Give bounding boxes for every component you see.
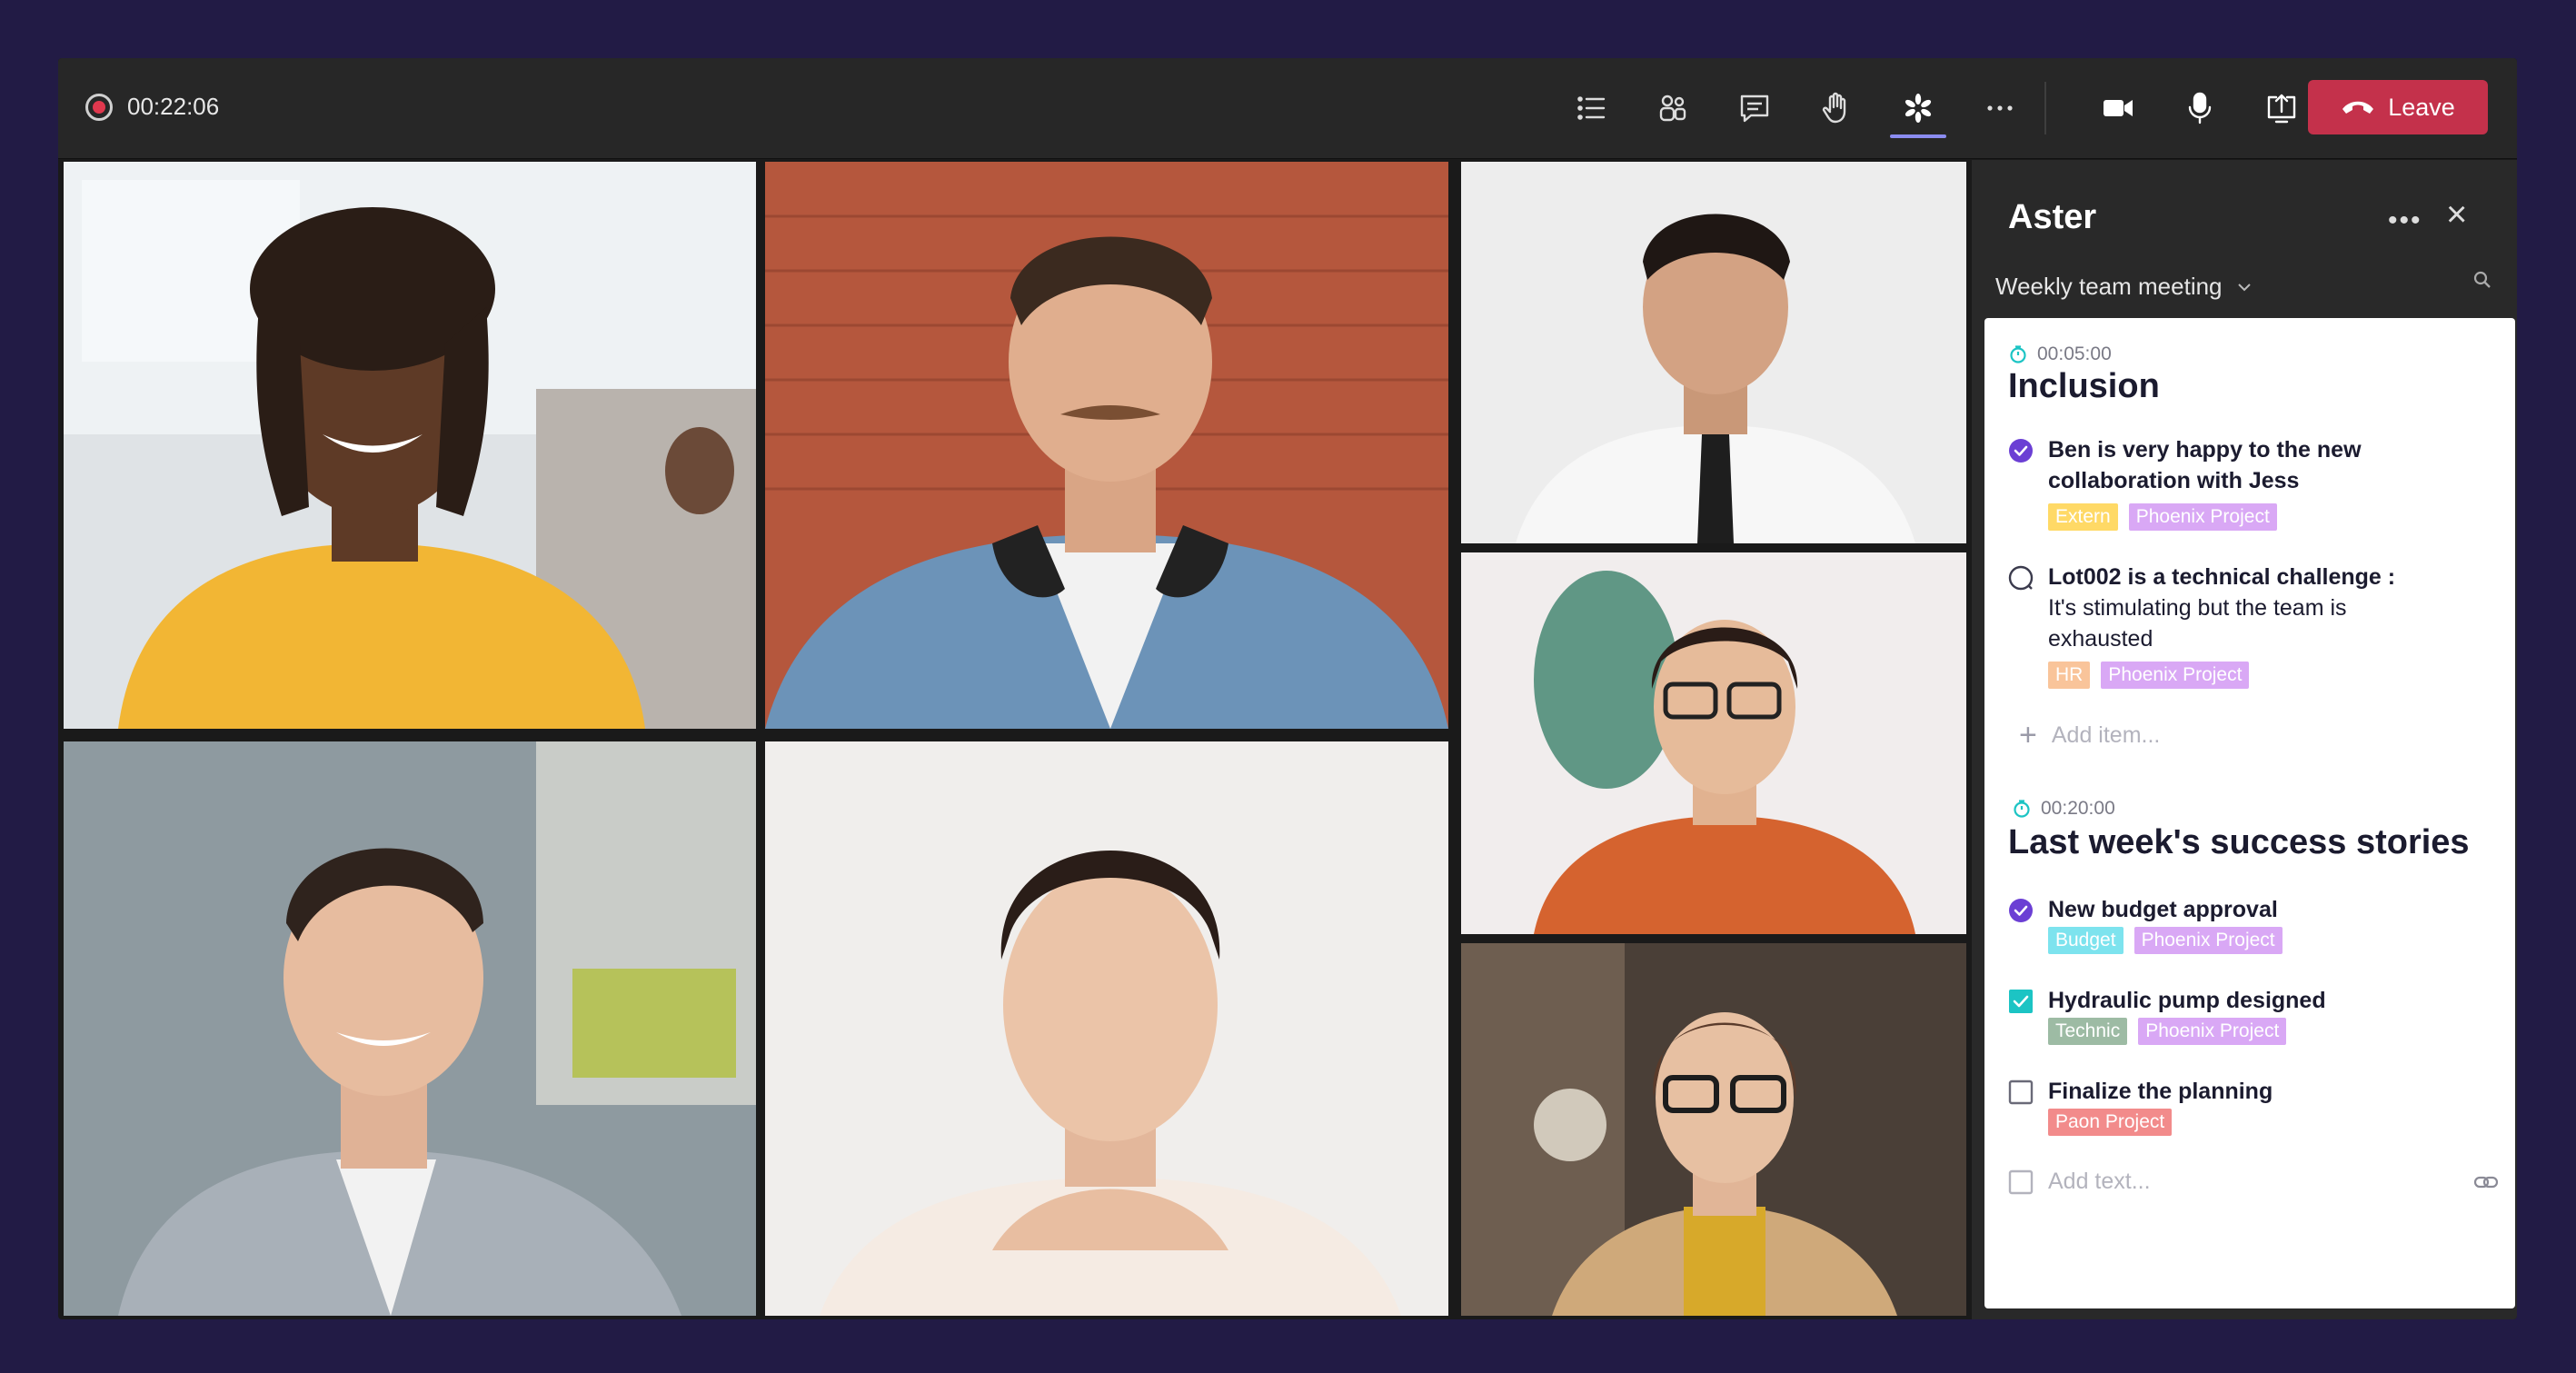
section-title: Inclusion: [2008, 367, 2160, 405]
tag-label: Phoenix Project: [2133, 927, 2283, 954]
agenda-item[interactable]: Finalize the planning Paon Project: [2008, 1076, 2273, 1136]
tag-label: Phoenix Project: [2101, 662, 2250, 689]
section-title: Last week's success stories: [2008, 823, 2470, 861]
check-circle-icon[interactable]: [2008, 898, 2034, 923]
add-item-input[interactable]: + Add item...: [2019, 718, 2160, 753]
checked-box-icon[interactable]: [2008, 989, 2034, 1014]
share-screen-icon[interactable]: [2259, 85, 2304, 131]
section-timer: 00:05:00: [2008, 343, 2112, 365]
camera-icon[interactable]: [2095, 85, 2141, 131]
people-icon[interactable]: [1650, 85, 1696, 131]
video-tile-participant-2[interactable]: [765, 162, 1448, 729]
add-text-input[interactable]: Add text...: [2008, 1169, 2499, 1195]
leave-label: Leave: [2388, 93, 2455, 121]
video-tile-participant-1[interactable]: [64, 162, 756, 729]
call-toolbar: 00:22:06 Leave: [58, 58, 2517, 159]
close-icon[interactable]: ×: [2446, 194, 2467, 235]
tag-label: Phoenix Project: [2138, 1018, 2287, 1045]
timer-icon: [2010, 345, 2026, 363]
video-tile-participant-5[interactable]: [64, 741, 756, 1316]
record-icon: [85, 93, 113, 121]
raise-hand-icon[interactable]: [1814, 85, 1859, 131]
aster-side-panel: Aster ••• × Weekly team meeting 00:05:00: [1972, 160, 2517, 1319]
panel-title: Aster: [2008, 198, 2097, 236]
open-circle-icon[interactable]: [2008, 565, 2034, 591]
aster-app-icon[interactable]: [1890, 85, 1946, 138]
timer-icon: [2014, 800, 2030, 818]
search-icon[interactable]: [2470, 267, 2497, 294]
tag-label: Extern: [2048, 503, 2118, 531]
plus-icon: +: [2019, 718, 2037, 752]
item-detail: It's stimulating but the team is exhaust…: [2048, 595, 2347, 652]
tag-label: Technic: [2048, 1018, 2128, 1045]
link-icon[interactable]: [2473, 1173, 2499, 1191]
recording-time: 00:22:06: [127, 93, 220, 120]
meeting-window: 00:22:06 Leave Aster ••• × Weekly team m…: [58, 58, 2517, 1319]
video-tile-participant-7[interactable]: [1461, 943, 1966, 1316]
leave-button[interactable]: Leave: [2308, 80, 2488, 134]
agenda-item[interactable]: Lot002 is a technical challenge : It's st…: [2008, 562, 2448, 689]
video-tile-participant-4[interactable]: [1461, 552, 1966, 934]
tag-label: Paon Project: [2048, 1109, 2173, 1136]
item-text: Ben is very happy to the new collaborati…: [2048, 437, 2362, 493]
item-text: Finalize the planning: [2048, 1079, 2273, 1104]
chevron-down-icon: [2237, 283, 2251, 291]
meeting-dropdown[interactable]: Weekly team meeting: [1995, 273, 2252, 301]
video-tile-participant-3[interactable]: [1461, 162, 1966, 543]
agenda-item[interactable]: Hydraulic pump designed Technic Phoenix …: [2008, 985, 2326, 1045]
agenda-card: 00:05:00 Inclusion Ben is very happy to …: [1984, 318, 2515, 1308]
item-text: Hydraulic pump designed: [2048, 988, 2326, 1013]
item-text: New budget approval: [2048, 897, 2278, 922]
recording-indicator: 00:22:06: [85, 93, 219, 121]
agenda-item[interactable]: Ben is very happy to the new collaborati…: [2008, 434, 2448, 531]
agenda-item[interactable]: New budget approval Budget Phoenix Proje…: [2008, 894, 2283, 954]
meeting-name: Weekly team meeting: [1995, 273, 2223, 300]
toolbar-divider: [2044, 82, 2046, 134]
video-tile-participant-6[interactable]: [765, 741, 1448, 1316]
list-icon[interactable]: [1568, 85, 1614, 131]
mic-icon[interactable]: [2177, 85, 2223, 131]
empty-box-icon: [2008, 1169, 2034, 1194]
tag-label: Budget: [2048, 927, 2123, 954]
tag-label: HR: [2048, 662, 2091, 689]
more-icon[interactable]: [1977, 85, 2023, 131]
hang-up-icon: [2342, 101, 2374, 114]
check-circle-icon[interactable]: [2008, 438, 2034, 463]
empty-box-icon[interactable]: [2008, 1079, 2034, 1105]
tag-label: Phoenix Project: [2128, 503, 2277, 531]
chat-icon[interactable]: [1732, 85, 1777, 131]
panel-more-icon[interactable]: •••: [2388, 205, 2422, 236]
section-timer: 00:20:00: [2012, 798, 2115, 820]
item-text: Lot002 is a technical challenge :: [2048, 564, 2396, 590]
